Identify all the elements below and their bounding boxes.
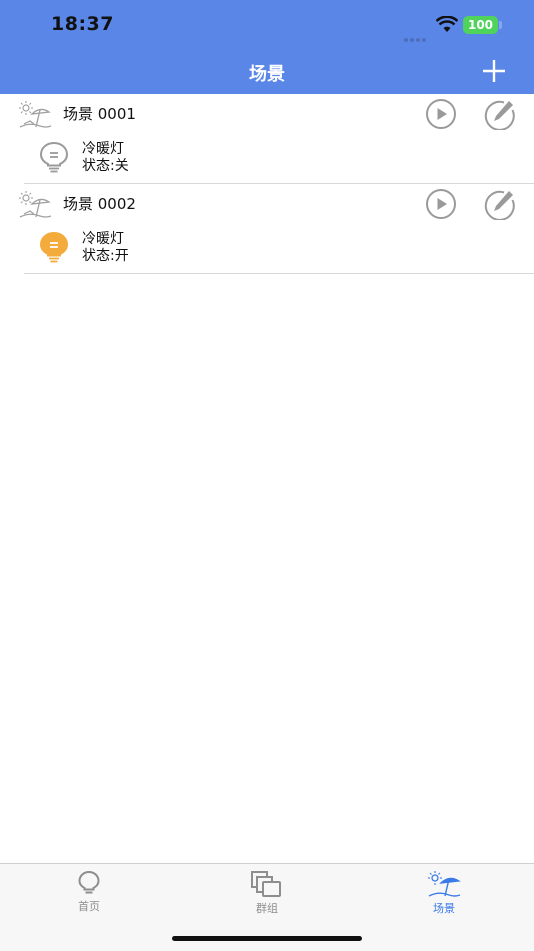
signal-icon: [404, 27, 428, 46]
edit-button[interactable]: [482, 98, 516, 130]
scene-list: 场景 0001 冷暖灯 状态:关 场景 0002 冷暖灯 状态:开: [0, 94, 534, 274]
scene-name: 场景 0001: [63, 105, 136, 123]
tab-label: 场景: [433, 902, 455, 915]
edit-button[interactable]: [482, 188, 516, 220]
battery-tip: [499, 21, 502, 29]
wifi-icon: [436, 16, 458, 32]
scene-row[interactable]: 场景 0002: [0, 184, 534, 224]
home-indicator[interactable]: [172, 936, 362, 941]
battery-icon: 100: [463, 16, 498, 34]
group-icon: [251, 871, 281, 897]
scene-row[interactable]: 场景 0001: [0, 94, 534, 134]
row-divider: [24, 273, 534, 274]
tab-home[interactable]: 首页: [39, 870, 139, 920]
page-title: 场景: [249, 64, 285, 85]
tab-label: 首页: [78, 900, 100, 913]
device-status: 状态:开: [82, 248, 129, 264]
bulb-off-icon: [39, 141, 69, 173]
add-scene-button[interactable]: [480, 58, 508, 84]
status-time: 18:37: [51, 13, 114, 35]
beach-scene-icon: [19, 101, 52, 128]
nav-bar: 18:37 100 场景: [0, 0, 534, 94]
device-row[interactable]: 冷暖灯 状态:关: [0, 134, 534, 184]
beach-scene-icon: [19, 191, 52, 218]
play-button[interactable]: [425, 98, 457, 130]
bulb-on-icon: [39, 231, 69, 263]
scene-icon: [428, 871, 461, 897]
tab-label: 群组: [256, 902, 278, 915]
bulb-icon: [78, 870, 100, 894]
device-status: 状态:关: [82, 158, 129, 174]
tab-scene[interactable]: 场景: [394, 870, 494, 920]
device-row[interactable]: 冷暖灯 状态:开: [0, 224, 534, 274]
play-button[interactable]: [425, 188, 457, 220]
tab-group[interactable]: 群组: [217, 870, 317, 920]
scene-name: 场景 0002: [63, 195, 136, 213]
